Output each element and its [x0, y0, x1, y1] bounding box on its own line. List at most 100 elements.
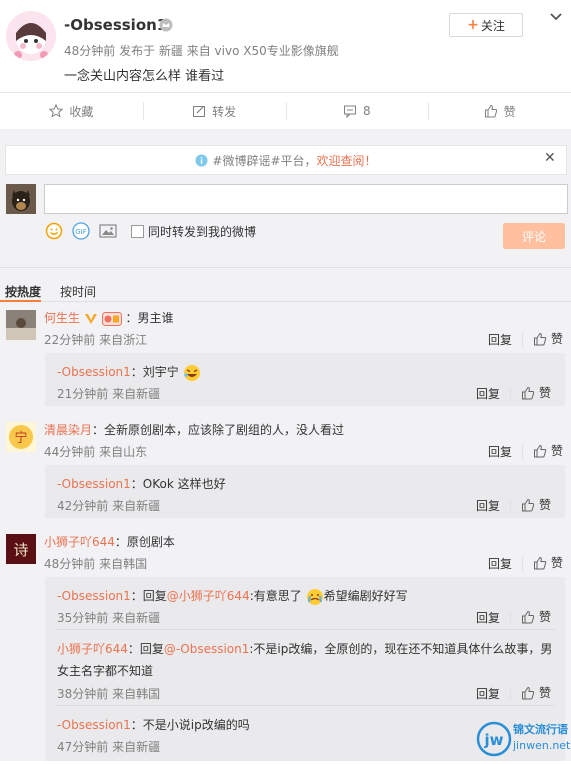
active-tab-indicator — [0, 300, 41, 302]
like-button[interactable]: 赞 — [428, 93, 571, 129]
comment-text: ：全新原创剧本，应该除了剧组的人，没人看过 — [92, 423, 345, 437]
svg-text:诗: 诗 — [13, 541, 28, 559]
reply-button[interactable]: 回复 — [476, 497, 500, 514]
reply-text: ：刘宇宁 — [130, 365, 179, 379]
reply-line: -Obsession1：不是小说ip改编的吗 — [57, 716, 250, 733]
commenter-avatar[interactable] — [6, 310, 36, 340]
reply-text-line2: 女主名字都不知道 — [57, 664, 154, 678]
reply-button[interactable]: 回复 — [476, 609, 500, 626]
reply-text-continued: 希望编剧好好写 — [323, 589, 408, 603]
replier-name[interactable]: -Obsession1 — [57, 365, 131, 379]
plus-icon: + — [467, 17, 479, 33]
replier-name[interactable]: -Obsession1 — [57, 477, 131, 491]
author-name[interactable]: -Obsession1 — [64, 16, 167, 34]
divider — [510, 611, 511, 625]
watermark-brand: 锦文流行语 — [513, 723, 568, 736]
reply-like-button[interactable]: 赞 — [521, 608, 551, 625]
image-icon[interactable] — [99, 223, 117, 239]
reply-text: :不是ip改编，全原创的，现在还不知道具体什么故事，男 — [249, 642, 553, 656]
comment-time: 22分钟前 来自浙江 — [44, 333, 148, 347]
comment-like-button[interactable]: 赞 — [533, 330, 563, 347]
divider — [55, 629, 555, 630]
thumbs-up-icon — [522, 386, 535, 399]
reply-like-button[interactable]: 赞 — [521, 496, 551, 513]
submit-comment-button[interactable]: 评论 — [503, 223, 565, 249]
replier-name[interactable]: -Obsession1 — [57, 718, 131, 732]
comment-line: 清晨染月：全新原创剧本，应该除了剧组的人，没人看过 — [44, 421, 344, 438]
like-label: 赞 — [539, 686, 552, 700]
commenter-avatar[interactable]: 诗 — [6, 534, 36, 564]
commenter-name[interactable]: 何生生 — [44, 311, 80, 325]
mention-link[interactable]: @-Obsession1 — [164, 642, 249, 656]
reply-button[interactable]: 回复 — [488, 331, 512, 348]
commenter-name[interactable]: 小狮子吖644 — [44, 535, 115, 549]
reply-text: ：不是小说ip改编的吗 — [130, 718, 250, 732]
watermark-logo: jw 锦文流行语 jinwen.net — [476, 717, 571, 761]
reply-time: 38分钟前 来自韩国 — [57, 687, 161, 701]
emoji-icon[interactable] — [45, 222, 63, 240]
reply-time: 35分钟前 来自新疆 — [57, 611, 161, 625]
watermark-url: jinwen.net — [513, 739, 571, 752]
reply-button[interactable]: 回复 — [488, 443, 512, 460]
thumbs-up-icon — [522, 686, 535, 699]
action-bar: 收藏 转发 8 赞 — [0, 92, 571, 130]
tab-sort-hot[interactable]: 按热度 — [5, 283, 41, 300]
author-avatar[interactable] — [6, 11, 56, 61]
gif-icon[interactable]: GIF — [71, 222, 91, 240]
favorite-label: 收藏 — [69, 104, 94, 119]
divider — [522, 557, 523, 571]
reply-line: -Obsession1：回复@小狮子吖644:有意思了 希望编剧好好写 — [57, 587, 408, 606]
thumbs-up-icon — [484, 104, 497, 118]
repost-option-label: 同时转发到我的微博 — [148, 224, 257, 239]
comment-button[interactable]: 8 — [285, 93, 429, 129]
divider — [510, 387, 511, 401]
verified-v-icon — [84, 313, 97, 324]
comment-count: 8 — [363, 104, 371, 118]
comment-line: 何生生 ：男主谁 — [44, 309, 174, 326]
chevron-down-icon[interactable] — [548, 9, 564, 25]
reply-button[interactable]: 回复 — [488, 555, 512, 572]
divider — [510, 499, 511, 513]
follow-button[interactable]: + 关注 — [449, 13, 523, 37]
repost-label: 转发 — [212, 104, 237, 119]
repost-button[interactable]: 转发 — [142, 93, 286, 129]
follow-label: 关注 — [480, 18, 505, 33]
commenter-avatar[interactable]: 宁 — [6, 422, 36, 452]
reply-line: -Obsession1：刘宇宁 — [57, 363, 201, 382]
repost-icon — [193, 106, 206, 117]
reply-button[interactable]: 回复 — [476, 385, 500, 402]
reply-button[interactable]: 回复 — [476, 685, 500, 702]
replier-name[interactable]: -Obsession1 — [57, 589, 131, 603]
like-label: 赞 — [539, 610, 552, 624]
repost-checkbox[interactable] — [131, 224, 144, 238]
reply-text: :有意思了 — [249, 589, 302, 603]
divider — [510, 687, 511, 701]
reply-line: -Obsession1：OKok 这样也好 — [57, 475, 226, 492]
divider — [0, 267, 571, 268]
comment-like-button[interactable]: 赞 — [533, 554, 563, 571]
divider — [522, 333, 523, 347]
comment-icon — [344, 105, 357, 118]
tab-sort-time[interactable]: 按时间 — [60, 283, 96, 300]
close-icon[interactable]: ✕ — [544, 150, 556, 166]
comment-like-button[interactable]: 赞 — [533, 442, 563, 459]
reply-time: 47分钟前 来自新疆 — [57, 740, 161, 754]
self-avatar[interactable] — [6, 184, 36, 214]
member-badge-icon[interactable] — [158, 17, 174, 33]
star-icon — [49, 104, 64, 118]
thumbs-up-icon — [522, 610, 535, 623]
comment-time: 48分钟前 来自韩国 — [44, 557, 148, 571]
reply-like-button[interactable]: 赞 — [521, 384, 551, 401]
reply-text: ：OKok 这样也好 — [130, 477, 226, 491]
thumbs-up-icon — [534, 556, 547, 569]
favorite-button[interactable]: 收藏 — [0, 93, 143, 129]
reply-prefix: ：回复 — [130, 589, 167, 603]
commenter-name[interactable]: 清晨染月 — [44, 423, 92, 437]
composer-tools: GIF 同时转发到我的微博 — [45, 222, 256, 240]
reply-like-button[interactable]: 赞 — [521, 684, 551, 701]
comment-input[interactable] — [44, 184, 568, 214]
replier-name[interactable]: 小狮子吖644 — [57, 642, 128, 656]
mention-link[interactable]: @小狮子吖644 — [167, 589, 250, 603]
notice-link[interactable]: 欢迎查阅！ — [317, 152, 377, 169]
svg-text:GIF: GIF — [75, 228, 87, 236]
